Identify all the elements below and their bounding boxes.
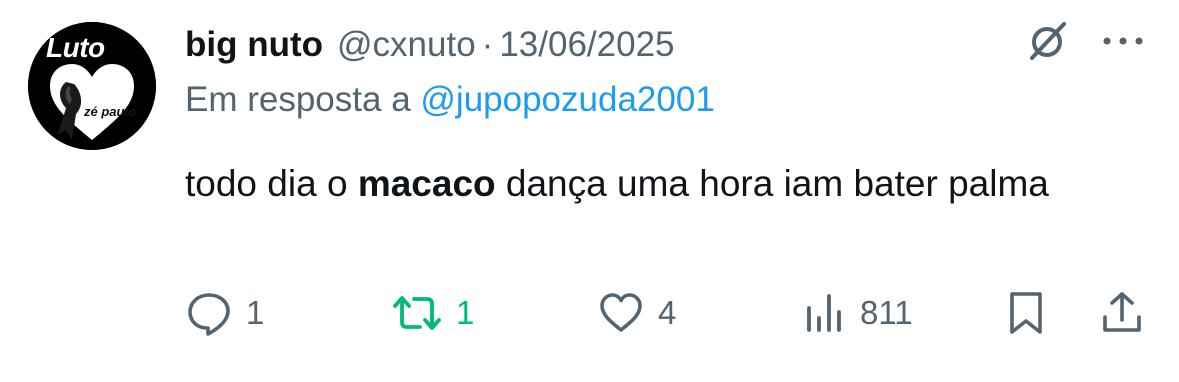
more-icon[interactable] xyxy=(1098,30,1148,52)
like-button[interactable]: 4 xyxy=(598,285,676,341)
author-display-name[interactable]: big nuto xyxy=(185,25,323,65)
share-button[interactable] xyxy=(1100,285,1144,341)
tweet-header: big nuto @cxnuto · 13/06/2025 xyxy=(185,20,675,70)
retweet-icon xyxy=(393,296,441,330)
reply-context: Em resposta a @jupopozuda2001 xyxy=(185,80,715,120)
views-button[interactable]: 811 xyxy=(804,285,913,341)
avatar[interactable]: Luto zé paulo xyxy=(28,22,156,150)
reply-prefix: Em resposta a xyxy=(185,80,411,119)
tweet-text-before: todo dia o xyxy=(185,163,358,204)
retweet-button[interactable]: 1 xyxy=(392,285,474,341)
reply-mention-link[interactable]: @jupopozuda2001 xyxy=(420,80,714,119)
tweet-text-after: dança uma hora iam bater palma xyxy=(495,163,1049,204)
separator-dot: · xyxy=(481,25,494,64)
tweet-text: todo dia o macaco dança uma hora iam bat… xyxy=(185,156,1145,211)
share-icon xyxy=(1103,292,1141,332)
bookmark-button[interactable] xyxy=(1006,285,1046,341)
avatar-badge-text: Luto xyxy=(46,32,105,63)
author-handle[interactable]: @cxnuto xyxy=(337,25,476,65)
reply-button[interactable]: 1 xyxy=(186,285,264,341)
reply-count: 1 xyxy=(246,294,265,331)
like-icon xyxy=(600,293,642,332)
retweet-count: 1 xyxy=(456,294,475,331)
like-count: 4 xyxy=(658,294,677,331)
tweet-text-bold: macaco xyxy=(357,163,496,204)
views-icon xyxy=(807,294,841,332)
tweet-date[interactable]: 13/06/2025 xyxy=(499,25,674,65)
grok-icon[interactable] xyxy=(1024,18,1070,64)
bookmark-icon xyxy=(1010,292,1042,334)
avatar-name-text: zé paulo xyxy=(84,104,137,119)
views-count: 811 xyxy=(860,294,913,331)
reply-icon xyxy=(188,293,230,336)
action-bar: 1 1 4 811 xyxy=(0,285,1179,345)
